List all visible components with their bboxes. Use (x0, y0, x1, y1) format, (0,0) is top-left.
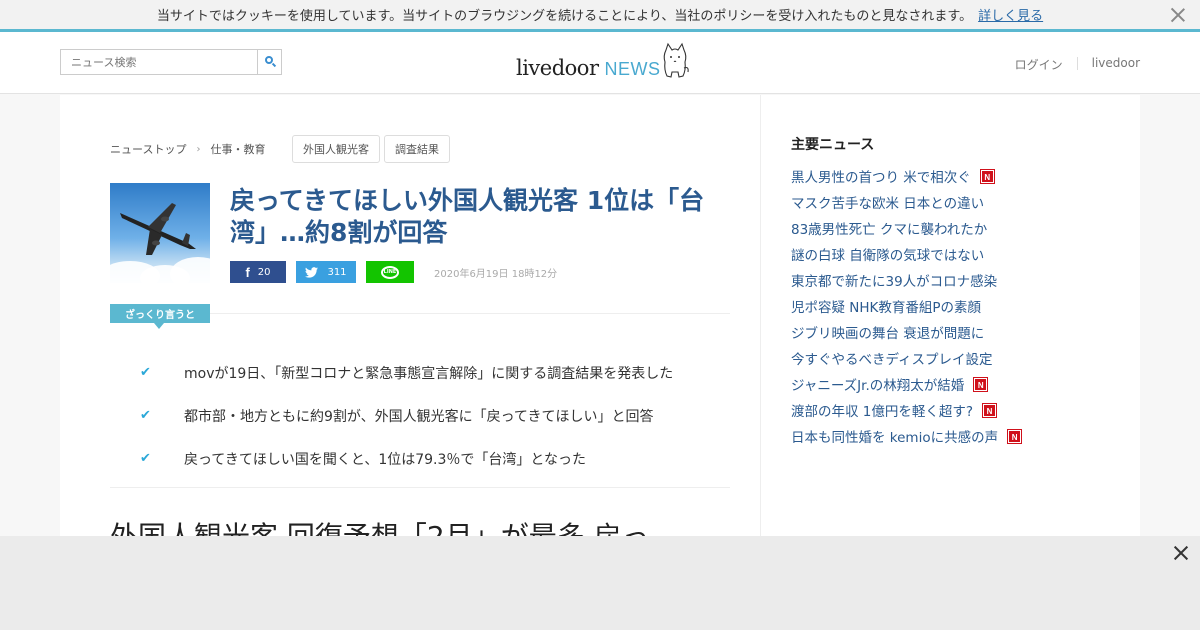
facebook-share-button[interactable]: f 20 (230, 261, 286, 283)
ad-overlay (0, 536, 1200, 630)
news-item[interactable]: 83歳男性死亡 クマに襲われたか (791, 215, 1021, 241)
article-date: 2020年6月19日 18時12分 (434, 269, 558, 280)
news-item[interactable]: 謎の白球 自衛隊の気球ではない (791, 241, 1021, 267)
close-icon[interactable] (1172, 544, 1190, 562)
news-item[interactable]: 東京都で新たに39人がコロナ感染 (791, 267, 1021, 293)
search-button[interactable] (257, 50, 281, 74)
new-badge-icon: N (974, 377, 988, 391)
new-badge-icon: N (980, 169, 994, 183)
twitter-icon (305, 266, 319, 278)
line-share-button[interactable]: LINE (366, 261, 414, 283)
tag-list: 外国人観光客 調査結果 (288, 135, 450, 163)
line-icon: LINE (381, 265, 399, 279)
cookie-banner: 当サイトではクッキーを使用しています。当サイトのブラウジングを続けることにより、… (0, 0, 1200, 32)
breadcrumb-item[interactable]: ニューストップ (110, 141, 186, 157)
summary-item: ✔ movが19日、「新型コロナと緊急事態宣言解除」に関する調査結果を発表した (140, 365, 674, 382)
article-thumbnail[interactable] (110, 183, 210, 283)
cookie-message: 当サイトではクッキーを使用しています。当サイトのブラウジングを続けることにより、… (156, 9, 973, 24)
new-badge-icon: N (1008, 429, 1022, 443)
site-logo[interactable]: livedoor NEWS (516, 50, 661, 80)
cookie-details-link[interactable]: 詳しく見る (978, 5, 1043, 24)
header-links: ログイン livedoor (1015, 56, 1140, 73)
close-icon[interactable] (1168, 5, 1188, 25)
news-item-title: 謎の白球 自衛隊の気球ではない (791, 248, 985, 264)
breadcrumb-item[interactable]: 仕事・教育 (210, 141, 265, 157)
news-item[interactable]: 日本も同性婚を kemioに共感の声 N (791, 423, 1022, 449)
facebook-icon: f (245, 264, 250, 280)
news-item[interactable]: ジャニーズJr.の林翔太が結婚 N (791, 371, 1021, 397)
summary-divider (210, 313, 730, 314)
news-list: 黒人男性の首つり 米で相次ぐ N マスク苦手な欧米 日本との違い 83歳男性死亡 クマ… (791, 163, 1022, 449)
summary-label: ざっくり言うと (110, 304, 210, 329)
breadcrumb: ニューストップ › 仕事・教育 (110, 141, 265, 157)
news-item[interactable]: 今すぐやるべきディスプレイ設定 (791, 345, 1021, 371)
tag[interactable]: 調査結果 (384, 135, 450, 163)
news-item-title: ジブリ映画の舞台 衰退が問題に (791, 326, 985, 342)
news-item-title: 今すぐやるべきディスプレイ設定 (791, 352, 993, 368)
news-item[interactable]: マスク苦手な欧米 日本との違い (791, 189, 1021, 215)
news-item-title: マスク苦手な欧米 日本との違い (791, 196, 985, 212)
news-item-title: 児ポ容疑 NHK教育番組Pの素顔 (791, 300, 982, 316)
article-main: ニューストップ › 仕事・教育 外国人観光客 調査結果 戻ってきてほしい外国人観… (60, 95, 760, 553)
site-header: livedoor NEWS ログイン livedoor (0, 32, 1200, 94)
airplane-icon (120, 203, 196, 255)
summary-item: ✔ 戻ってきてほしい国を聞くと、1位は79.3％で「台湾」となった (140, 451, 586, 468)
news-item-title: 東京都で新たに39人がコロナ感染 (791, 274, 998, 290)
section-divider (110, 487, 730, 488)
facebook-share-count: 20 (257, 266, 271, 278)
news-item[interactable]: 黒人男性の首つり 米で相次ぐ N (791, 163, 1021, 189)
login-link[interactable]: ログイン (1015, 56, 1063, 73)
news-item-title: 黒人男性の首つり 米で相次ぐ (791, 170, 971, 186)
new-badge-icon: N (983, 403, 997, 417)
check-icon: ✔ (140, 451, 151, 466)
news-item-title: 渡部の年収 1億円を軽く超す? (791, 404, 974, 420)
search-input[interactable] (61, 50, 257, 74)
tag[interactable]: 外国人観光客 (292, 135, 380, 163)
chevron-right-icon: › (196, 143, 201, 155)
mascot-dog-icon (663, 42, 689, 78)
check-icon: ✔ (140, 408, 151, 423)
news-item-title: 日本も同性婚を kemioに共感の声 (791, 430, 999, 446)
article-title: 戻ってきてほしい外国人観光客 1位は「台湾」…約8割が回答 (230, 186, 705, 247)
summary-list: ✔ movが19日、「新型コロナと緊急事態宣言解除」に関する調査結果を発表した … (140, 351, 673, 480)
check-icon: ✔ (140, 365, 151, 380)
news-item-title: 83歳男性死亡 クマに襲われたか (791, 222, 988, 238)
twitter-share-count: 311 (327, 266, 347, 278)
news-item[interactable]: 児ポ容疑 NHK教育番組Pの素顔 (791, 293, 1021, 319)
search-box (60, 49, 282, 75)
summary-item: ✔ 都市部・地方ともに約9割が、外国人観光客に「戻ってきてほしい」と回答 (140, 408, 654, 425)
sidebar-title: 主要ニュース (791, 137, 875, 153)
news-item[interactable]: ジブリ映画の舞台 衰退が問題に (791, 319, 1021, 345)
news-item[interactable]: 渡部の年収 1億円を軽く超す? N (791, 397, 1021, 423)
twitter-share-button[interactable]: 311 (296, 261, 356, 283)
news-item-title: ジャニーズJr.の林翔太が結婚 (791, 378, 965, 394)
livedoor-link[interactable]: livedoor (1092, 56, 1140, 73)
sidebar: 主要ニュース 黒人男性の首つり 米で相次ぐ N マスク苦手な欧米 日本との違い 83歳… (760, 95, 1140, 545)
